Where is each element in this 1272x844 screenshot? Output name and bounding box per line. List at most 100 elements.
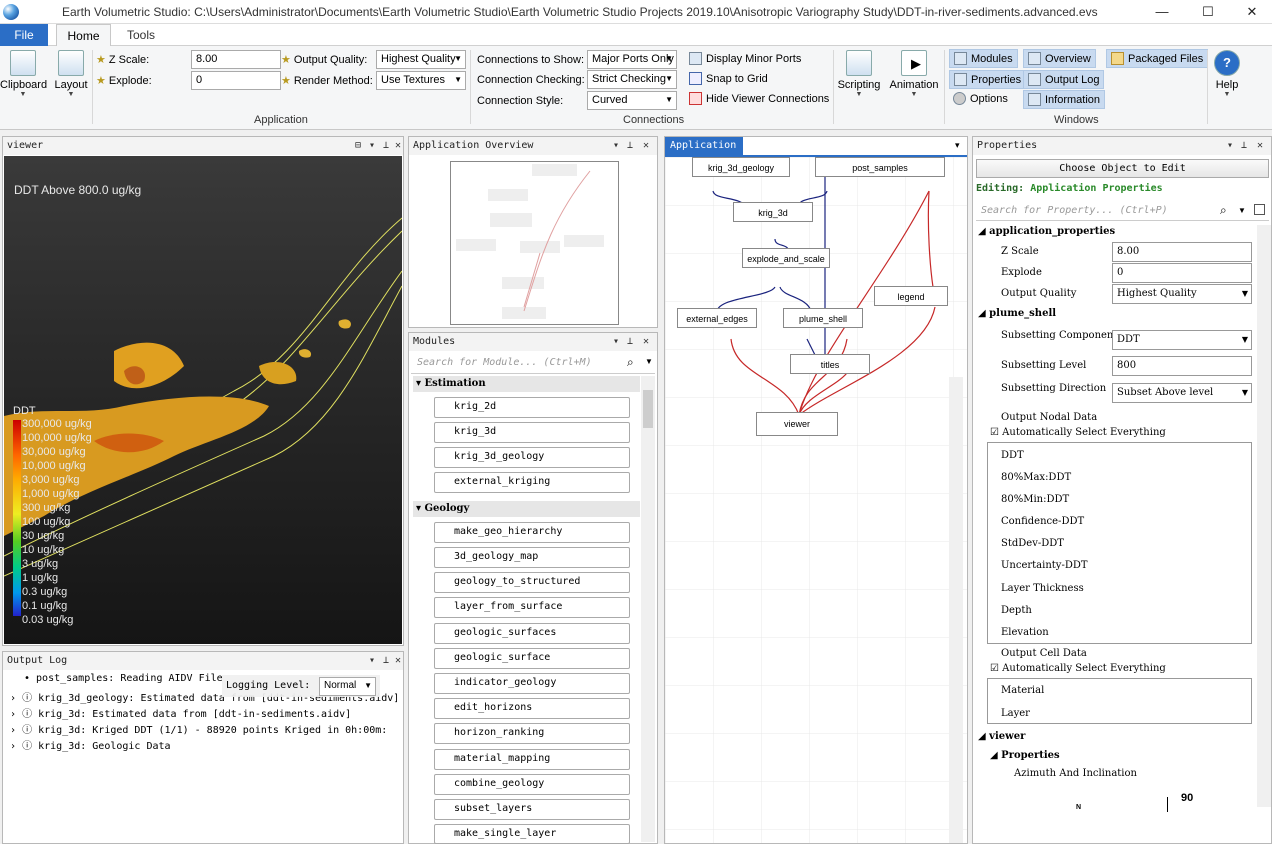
- pin-icon[interactable]: ⊥: [627, 333, 633, 351]
- pin-icon[interactable]: ⊥: [1241, 137, 1247, 155]
- dropdown-icon[interactable]: ▾: [613, 333, 619, 351]
- node-external-edges[interactable]: external_edges: [677, 308, 757, 328]
- nodal-option[interactable]: Elevation: [1001, 627, 1049, 638]
- node-explode-and-scale[interactable]: explode_and_scale: [742, 248, 830, 268]
- auto-select-checkbox[interactable]: ☑ Automatically Select Everything: [990, 427, 1166, 438]
- module-item[interactable]: krig_2d: [434, 397, 630, 418]
- z-scale-input[interactable]: 8.00: [191, 50, 281, 69]
- node-krig-3d-geology[interactable]: krig_3d_geology: [692, 157, 790, 177]
- scrollbar-thumb[interactable]: [643, 390, 653, 428]
- node-titles[interactable]: titles: [790, 354, 870, 374]
- maximize-pane-icon[interactable]: ⊟: [355, 137, 361, 155]
- node-krig-3d[interactable]: krig_3d: [733, 202, 813, 222]
- module-item[interactable]: horizon_ranking: [434, 723, 630, 744]
- hide-viewer-connections-button[interactable]: Hide Viewer Connections: [685, 90, 833, 107]
- dropdown-icon[interactable]: ▾: [369, 652, 375, 670]
- clipboard-button[interactable]: Clipboard ▼: [0, 50, 47, 98]
- azimuth-control[interactable]: N 90: [1001, 782, 1253, 812]
- connection-style-select[interactable]: Curved ▼: [587, 91, 677, 110]
- close-icon[interactable]: ✕: [395, 652, 401, 670]
- pin-icon[interactable]: ⊥: [383, 137, 389, 155]
- dropdown-icon[interactable]: ▾: [955, 140, 960, 151]
- animation-button[interactable]: ▶ Animation ▼: [888, 50, 940, 98]
- nodal-option[interactable]: 80%Min:DDT: [1001, 494, 1069, 505]
- module-category-estimation[interactable]: ▾ Estimation: [413, 376, 640, 392]
- node-legend[interactable]: legend: [874, 286, 948, 306]
- z-scale-field[interactable]: 8.00: [1112, 242, 1252, 262]
- module-item[interactable]: indicator_geology: [434, 673, 630, 694]
- nodal-option[interactable]: 80%Max:DDT: [1001, 472, 1071, 483]
- module-item[interactable]: material_mapping: [434, 749, 630, 770]
- overview-toggle[interactable]: Overview: [1023, 49, 1096, 68]
- module-item[interactable]: geologic_surfaces: [434, 623, 630, 644]
- overview-minimap[interactable]: [450, 161, 620, 326]
- module-item[interactable]: make_geo_hierarchy: [434, 522, 630, 543]
- module-item[interactable]: geology_to_structured: [434, 572, 630, 593]
- node-plume-shell[interactable]: plume_shell: [783, 308, 863, 328]
- section-application-properties[interactable]: ◢ application_properties: [978, 226, 1115, 237]
- close-button[interactable]: ✕: [1230, 0, 1272, 24]
- output-quality-select[interactable]: Highest Quality ▼: [376, 50, 466, 69]
- expand-icon[interactable]: ›: [10, 709, 16, 720]
- node-viewer[interactable]: viewer: [756, 412, 838, 436]
- tab-file[interactable]: File: [0, 24, 48, 46]
- module-item[interactable]: krig_3d_geology: [434, 447, 630, 468]
- module-item[interactable]: 3d_geology_map: [434, 547, 630, 568]
- module-item[interactable]: combine_geology: [434, 774, 630, 795]
- pin-icon[interactable]: ⊥: [627, 137, 633, 155]
- close-icon[interactable]: ✕: [643, 333, 649, 351]
- modules-scrollbar[interactable]: [641, 376, 655, 842]
- section-plume-shell[interactable]: ◢ plume_shell: [978, 308, 1056, 319]
- module-item[interactable]: external_kriging: [434, 472, 630, 493]
- properties-search[interactable]: Search for Property... (Ctrl+P) ⌕ ▼: [976, 201, 1269, 221]
- snap-to-grid-button[interactable]: Snap to Grid: [685, 70, 772, 87]
- output-log-toggle[interactable]: Output Log: [1023, 70, 1105, 89]
- module-item[interactable]: subset_layers: [434, 799, 630, 820]
- auto-select-checkbox-2[interactable]: ☑ Automatically Select Everything: [990, 663, 1166, 674]
- expand-icon[interactable]: ›: [10, 725, 16, 736]
- node-post-samples[interactable]: post_samples: [815, 157, 945, 177]
- subsetting-level-field[interactable]: 800: [1112, 356, 1252, 376]
- nodal-option[interactable]: Confidence-DDT: [1001, 516, 1084, 527]
- dropdown-icon[interactable]: ▾: [369, 137, 375, 155]
- nodal-option[interactable]: Uncertainty-DDT: [1001, 560, 1088, 571]
- logging-level-select[interactable]: Normal ▼: [319, 677, 376, 696]
- choose-object-button[interactable]: Choose Object to Edit: [976, 159, 1269, 178]
- module-item[interactable]: krig_3d: [434, 422, 630, 443]
- subsetting-component-field[interactable]: DDT ▼: [1112, 330, 1252, 350]
- 3d-viewer-canvas[interactable]: [3, 156, 403, 644]
- dropdown-icon[interactable]: ▾: [1227, 137, 1233, 155]
- packaged-files-toggle[interactable]: Packaged Files: [1106, 49, 1209, 68]
- section-viewer-properties[interactable]: ◢ Properties: [990, 750, 1060, 761]
- cell-option[interactable]: Material: [1001, 685, 1044, 696]
- information-toggle[interactable]: Information: [1023, 90, 1106, 109]
- module-item[interactable]: layer_from_surface: [434, 597, 630, 618]
- collapse-all-icon[interactable]: [1254, 204, 1265, 215]
- chevron-down-icon[interactable]: ▼: [1238, 206, 1246, 215]
- nodal-option[interactable]: StdDev-DDT: [1001, 538, 1064, 549]
- dropdown-icon[interactable]: ▾: [613, 137, 619, 155]
- modules-toggle[interactable]: Modules: [949, 49, 1018, 68]
- section-viewer[interactable]: ◢ viewer: [978, 731, 1025, 742]
- module-item[interactable]: geologic_surface: [434, 648, 630, 669]
- explode-field[interactable]: 0: [1112, 263, 1252, 283]
- maximize-button[interactable]: ☐: [1186, 0, 1230, 24]
- help-button[interactable]: ? Help ▼: [1210, 50, 1244, 98]
- search-icon[interactable]: ⌕: [627, 355, 634, 370]
- tab-tools[interactable]: Tools: [118, 24, 164, 46]
- module-item[interactable]: edit_horizons: [434, 698, 630, 719]
- close-icon[interactable]: ✕: [395, 137, 401, 155]
- explode-input[interactable]: 0: [191, 71, 281, 90]
- expand-icon[interactable]: ›: [10, 693, 16, 704]
- module-category-geology[interactable]: ▾ Geology: [413, 501, 640, 517]
- pin-icon[interactable]: ⊥: [383, 652, 389, 670]
- application-tab[interactable]: Application: [665, 137, 743, 155]
- connections-show-select[interactable]: Major Ports Only ▼: [587, 50, 677, 69]
- application-scrollbar[interactable]: [949, 377, 963, 843]
- layout-button[interactable]: Layout ▼: [50, 50, 92, 98]
- output-quality-field[interactable]: Highest Quality ▼: [1112, 284, 1252, 304]
- display-minor-ports-button[interactable]: Display Minor Ports: [685, 50, 805, 67]
- minimize-button[interactable]: —: [1140, 0, 1184, 24]
- tab-home[interactable]: Home: [56, 24, 111, 47]
- expand-icon[interactable]: ›: [10, 741, 16, 752]
